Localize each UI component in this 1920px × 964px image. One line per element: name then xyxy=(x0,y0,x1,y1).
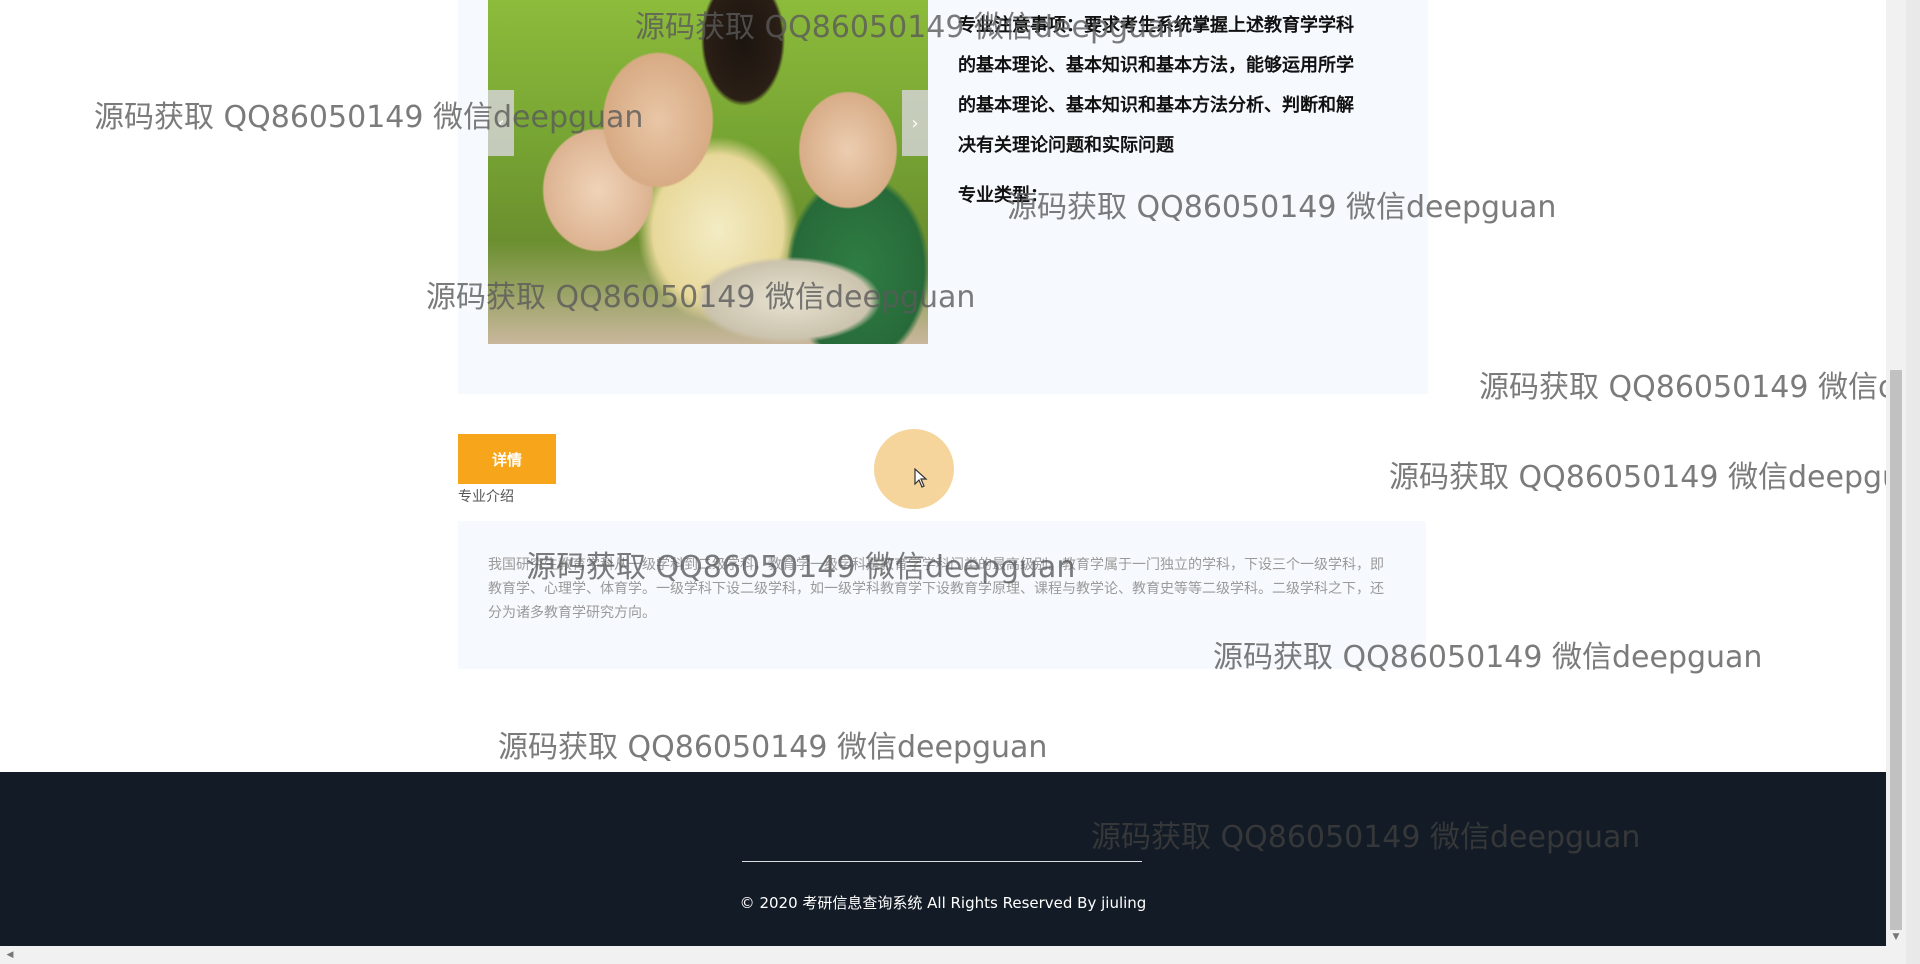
mouse-pointer-icon xyxy=(914,468,928,488)
scroll-down-arrow-icon[interactable]: ▼ xyxy=(1886,928,1906,946)
footer-divider xyxy=(742,861,1142,862)
carousel-next-button[interactable]: › xyxy=(902,90,928,156)
carousel-prev-button[interactable]: ‹ xyxy=(488,90,514,156)
scroll-left-arrow-icon[interactable]: ◀ xyxy=(2,946,18,964)
major-intro-text: 我国研究生教育学科从一级学科到二级学科，教育学一级学科是教育学学科门类的最高级别… xyxy=(488,557,1384,621)
horizontal-scrollbar[interactable]: ◀ xyxy=(0,946,1906,964)
notes-line: 决有关理论问题和实际问题 xyxy=(958,135,1174,156)
major-type-label: 专业类型： xyxy=(958,185,1048,206)
notes-line: 的基本理论、基本知识和基本方法，能够运用所学 xyxy=(958,55,1354,76)
notes-line: 的基本理论、基本知识和基本方法分析、判断和解 xyxy=(958,95,1354,116)
watermark: 源码获取 QQ86050149 微信deepguan xyxy=(1389,460,1886,495)
page: ‹ › 专业注意事项：要求考生系统掌握上述教育学学科 的基本理论、基本知识和基本… xyxy=(0,0,1886,946)
vertical-scrollbar[interactable]: ▼ xyxy=(1886,0,1906,946)
section-label-intro: 专业介绍 xyxy=(458,489,514,505)
scrollbar-thumb[interactable] xyxy=(1890,370,1902,930)
chevron-right-icon: › xyxy=(911,112,919,134)
footer: © 2020 考研信息查询系统 All Rights Reserved By j… xyxy=(0,772,1886,946)
image-carousel[interactable]: ‹ › xyxy=(488,0,928,344)
footer-copyright: © 2020 考研信息查询系统 All Rights Reserved By j… xyxy=(739,894,1147,912)
major-info: 专业注意事项：要求考生系统掌握上述教育学学科 的基本理论、基本知识和基本方法，能… xyxy=(958,6,1408,216)
chevron-left-icon: ‹ xyxy=(497,112,505,134)
notes-line: 专业注意事项：要求考生系统掌握上述教育学学科 xyxy=(958,15,1354,36)
window-edge xyxy=(1906,0,1920,964)
carousel-image xyxy=(488,0,928,344)
watermark: 源码获取 QQ86050149 微信dee xyxy=(1479,370,1886,405)
detail-button[interactable]: 详情 xyxy=(458,434,556,484)
watermark: 源码获取 QQ86050149 微信deepguan xyxy=(498,730,1048,765)
